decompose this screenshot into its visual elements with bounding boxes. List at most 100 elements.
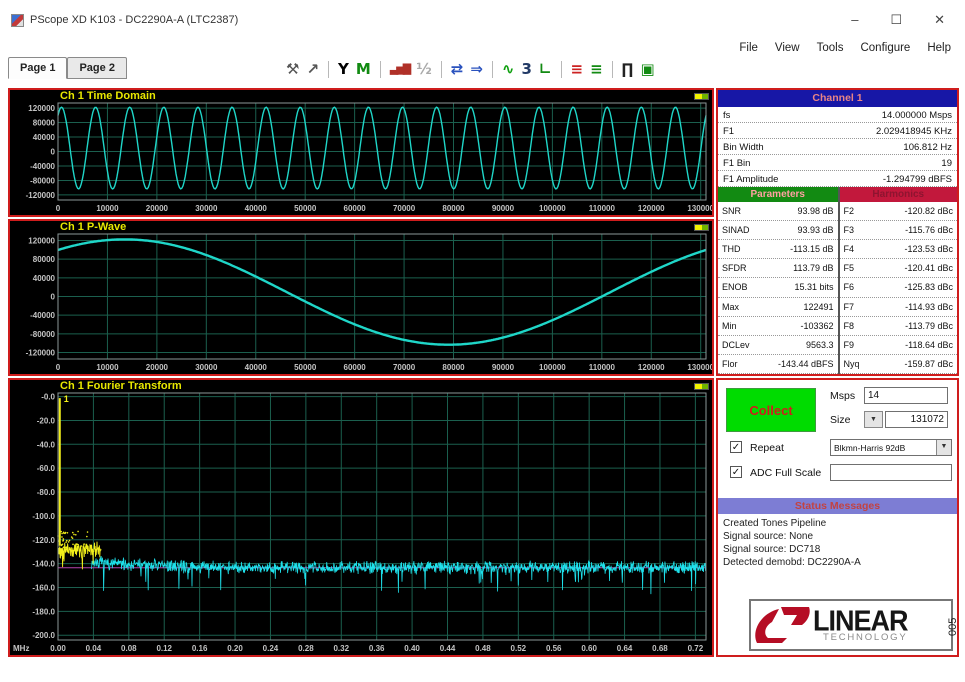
menu-file[interactable]: File: [739, 42, 758, 54]
svg-text:40000: 40000: [33, 133, 56, 142]
stacked-bars-green-icon[interactable]: ≡: [590, 59, 603, 79]
row-value: -125.83 dBc: [904, 282, 953, 293]
row-label: F1: [723, 126, 735, 137]
table-row: SNR 93.98 dB: [718, 202, 838, 222]
harmonics-table: F2 -120.82 dBc F3 -115.76 dBc F4 -123.53 dBc F…: [839, 202, 957, 374]
msps-input[interactable]: [864, 387, 948, 404]
svg-text:80000: 80000: [33, 255, 56, 264]
menu-view[interactable]: View: [775, 42, 800, 54]
adc-full-scale-checkbox[interactable]: ✓: [730, 466, 742, 478]
svg-text:0.16: 0.16: [192, 644, 208, 653]
svg-text:0.72: 0.72: [688, 644, 704, 653]
image-export-icon[interactable]: ▣: [640, 59, 654, 79]
y-mode-icon[interactable]: Y: [338, 59, 349, 79]
swap-traces-icon[interactable]: ⇄: [451, 59, 464, 79]
table-row: Flor -143.44 dBFS: [718, 355, 838, 374]
parameters-table: SNR 93.98 dB SINAD 93.93 dB THD -113.15 dB SFD…: [718, 202, 838, 374]
row-label: Flor: [722, 358, 738, 369]
table-row: F2 -120.82 dBc: [839, 202, 957, 222]
corner-bracket-icon[interactable]: ∟: [539, 59, 552, 79]
advance-icon[interactable]: ⇒: [470, 59, 483, 79]
parameters-column: Parameters SNR 93.98 dB SINAD 93.93 dB THD -1…: [718, 187, 838, 374]
svg-text:10000: 10000: [96, 204, 119, 213]
svg-text:-120000: -120000: [26, 191, 56, 200]
menu-tools[interactable]: Tools: [817, 42, 844, 54]
row-value: -118.64 dBc: [905, 339, 953, 350]
time-domain-plot[interactable]: Ch 1 Time Domain 120000 80000 40000 0 -40000…: [8, 88, 714, 217]
svg-text:20000: 20000: [146, 363, 169, 372]
svg-text:-80000: -80000: [30, 176, 55, 185]
p-wave-plot[interactable]: Ch 1 P-Wave 120000 80000 40000 0 -40000 -8000…: [8, 219, 714, 376]
logo-text: LINEAR TECHNOLOGY: [813, 607, 908, 643]
pointer-arrow-icon[interactable]: ↗: [306, 59, 319, 79]
adc-full-scale-input[interactable]: [830, 464, 952, 481]
close-icon[interactable]: ✕: [934, 12, 945, 28]
svg-text:0.32: 0.32: [333, 644, 349, 653]
row-label: F2: [843, 206, 855, 217]
row-label: F5: [843, 263, 855, 274]
channel-header: Channel 1: [718, 90, 957, 107]
tools-icon[interactable]: ⚒: [286, 59, 299, 79]
channel-info-panel: Channel 1 fs 14.000000 Msps F1 2.029418945 …: [716, 88, 959, 376]
table-row: SFDR 113.79 dB: [718, 259, 838, 279]
svg-text:80000: 80000: [33, 119, 56, 128]
fourier-transform-plot[interactable]: Ch 1 Fourier Transform 1 -0.0 -20.0 -40.0 -6…: [8, 378, 714, 657]
table-row: SINAD 93.93 dB: [718, 221, 838, 241]
tab-page-1[interactable]: Page 1: [8, 57, 68, 79]
svg-text:100000: 100000: [539, 363, 566, 372]
svg-text:-40.0: -40.0: [37, 440, 56, 449]
table-row: F8 -113.79 dBc: [839, 317, 957, 336]
table-row: F9 -118.64 dBc: [839, 336, 957, 355]
fourier-canvas[interactable]: 1 -0.0 -20.0 -40.0 -60.0 -80.0 -100.0 -120.0 -14…: [10, 380, 712, 655]
svg-text:0.24: 0.24: [263, 644, 279, 653]
table-row: F5 -120.41 dBc: [839, 259, 957, 279]
histogram-icon[interactable]: ▃▅▇: [390, 59, 411, 79]
svg-text:10000: 10000: [96, 363, 119, 372]
svg-text:-0.0: -0.0: [41, 393, 55, 402]
size-input[interactable]: [885, 411, 948, 428]
svg-text:40000: 40000: [245, 204, 268, 213]
maximize-icon[interactable]: ☐: [890, 12, 902, 28]
p-wave-canvas[interactable]: 12000080000400000-40000-80000-1200000 100…: [10, 221, 712, 374]
table-row: F7 -114.93 dBc: [839, 298, 957, 317]
menu-help[interactable]: Help: [927, 42, 951, 54]
collect-button[interactable]: Collect: [726, 388, 816, 432]
row-value: -113.79 dBc: [905, 320, 953, 331]
pulse-train-icon[interactable]: ∏: [622, 59, 634, 79]
minimize-icon[interactable]: –: [851, 12, 858, 28]
tab-page-2[interactable]: Page 2: [67, 57, 127, 79]
svg-text:0.08: 0.08: [121, 644, 137, 653]
table-row: F1 Bin 19: [718, 155, 957, 171]
time-domain-canvas[interactable]: 12000080000400000-40000-80000-1200000 100…: [10, 90, 712, 215]
svg-text:0.40: 0.40: [404, 644, 420, 653]
window-function-select[interactable]: Blkmn-Harris 92dB ▼: [830, 439, 952, 456]
repeat-checkbox[interactable]: ✓: [730, 441, 742, 453]
table-row: Min -103362: [718, 317, 838, 336]
svg-text:120000: 120000: [28, 237, 55, 246]
svg-text:-40000: -40000: [30, 311, 55, 320]
svg-text:0.20: 0.20: [227, 644, 243, 653]
row-value: -115.76 dBc: [905, 225, 953, 236]
svg-text:100000: 100000: [539, 204, 566, 213]
svg-text:MHz: MHz: [13, 644, 29, 653]
row-value: -123.53 dBc: [904, 244, 953, 255]
toolbar-separator: [560, 60, 562, 78]
svg-text:0: 0: [51, 293, 56, 302]
menu-configure[interactable]: Configure: [860, 42, 910, 54]
svg-text:120000: 120000: [638, 204, 665, 213]
stacked-bars-red-icon[interactable]: ≡: [571, 59, 584, 79]
status-message: Detected demobd: DC2290A-A: [723, 557, 861, 568]
table-row: F3 -115.76 dBc: [839, 221, 957, 241]
chevron-down-icon: ▼: [870, 416, 877, 423]
svg-text:-160.0: -160.0: [32, 583, 55, 592]
size-dropdown-button[interactable]: ▼: [864, 411, 883, 428]
size-label: Size: [830, 414, 851, 426]
numeral-3-icon[interactable]: 3: [522, 59, 532, 79]
lt-logo-mark: [755, 607, 810, 643]
row-label: F4: [843, 244, 855, 255]
sine-curve-icon[interactable]: ∿: [502, 59, 515, 79]
table-row: F1 2.029418945 KHz: [718, 123, 957, 139]
half-scale-icon[interactable]: ½: [416, 59, 432, 79]
svg-text:20000: 20000: [146, 204, 169, 213]
math-trace-icon[interactable]: M: [356, 59, 371, 79]
